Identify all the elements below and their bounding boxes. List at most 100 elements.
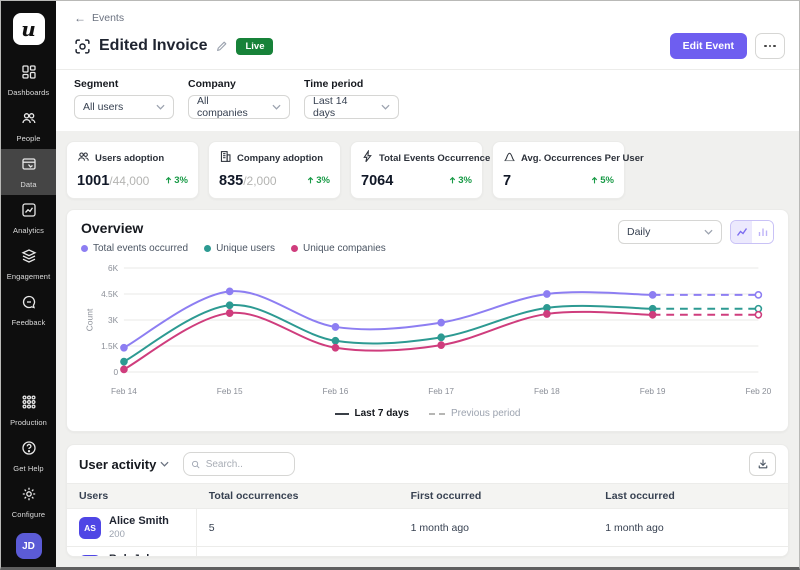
more-options-button[interactable] — [755, 33, 785, 59]
stat-change-badge: 5% — [590, 175, 614, 186]
overview-title: Overview — [81, 220, 386, 236]
bar-chart-toggle-button[interactable] — [752, 221, 773, 243]
live-status-badge: Live — [236, 38, 273, 55]
svg-text:Feb 15: Feb 15 — [217, 386, 243, 396]
sidebar-item-label: Analytics — [13, 226, 44, 235]
app-logo[interactable]: u — [13, 13, 45, 45]
column-header-total-occurrences[interactable]: Total occurrences — [197, 484, 399, 508]
search-box — [183, 452, 295, 476]
edit-title-pencil-icon[interactable] — [215, 40, 228, 53]
main-area: ← Events Edited Invoice Live Edit Event … — [56, 1, 799, 567]
company-select[interactable]: All companies — [188, 95, 290, 119]
feedback-icon — [21, 294, 37, 315]
chevron-down-icon — [704, 229, 713, 235]
stat-total: /2,000 — [243, 174, 276, 188]
legend-total-events[interactable]: Total events occurred — [81, 243, 188, 254]
time-period-filter: Time period Last 14 days — [304, 78, 399, 119]
solid-line-sample — [335, 413, 349, 415]
chevron-down-icon — [156, 104, 165, 110]
breadcrumb[interactable]: ← Events — [56, 1, 799, 25]
sidebar-item-label: Production — [10, 418, 47, 427]
user-name[interactable]: Alice Smith — [109, 515, 169, 529]
segment-filter: Segment All users — [74, 78, 174, 119]
chart-type-toggle — [730, 220, 774, 244]
granularity-select[interactable]: Daily — [618, 220, 722, 244]
building-icon — [219, 150, 232, 166]
production-grid-icon — [21, 394, 37, 415]
line-chart-toggle-button[interactable] — [731, 221, 752, 243]
page-title: Edited Invoice — [99, 37, 207, 55]
column-header-last-occurred[interactable]: Last occurred — [593, 484, 788, 508]
sidebar-item-get-help[interactable]: Get Help — [1, 433, 56, 479]
sidebar-item-feedback[interactable]: Feedback — [1, 287, 56, 333]
segment-select[interactable]: All users — [74, 95, 174, 119]
event-target-icon — [74, 38, 91, 55]
sidebar-footer: Production Get Help Configure JD — [1, 387, 56, 567]
arrow-up-icon — [164, 176, 173, 185]
table-row[interactable]: BJ Bob Johnson201 5 1 month ago 1 month … — [67, 547, 788, 557]
granularity-value: Daily — [627, 226, 650, 238]
download-button[interactable] — [749, 452, 776, 476]
sidebar-item-label: Engagement — [7, 272, 51, 281]
legend-unique-users[interactable]: Unique users — [204, 243, 275, 254]
sidebar-item-people[interactable]: People — [1, 103, 56, 149]
back-label[interactable]: Events — [92, 12, 124, 24]
user-name[interactable]: Bob Johnson — [109, 553, 179, 557]
user-activity-card: User activity Users Total occurrences Fi… — [66, 444, 789, 557]
legend-unique-companies[interactable]: Unique companies — [291, 243, 386, 254]
svg-text:Count: Count — [85, 308, 95, 331]
sidebar-item-configure[interactable]: Configure — [1, 479, 56, 525]
sidebar-item-data[interactable]: Data — [1, 149, 56, 195]
svg-text:4.5K: 4.5K — [101, 289, 118, 299]
bell-curve-icon — [503, 150, 516, 166]
edit-event-button[interactable]: Edit Event — [670, 33, 747, 59]
time-period-filter-label: Time period — [304, 78, 399, 90]
stat-card-users-adoption: Users adoption 1001/44,000 3% — [66, 141, 199, 199]
chevron-down-icon — [160, 461, 169, 467]
occurrences-value: 5 — [197, 517, 399, 539]
stat-total: /44,000 — [109, 174, 149, 188]
first-occurred-value: 1 month ago — [399, 517, 594, 539]
people-icon — [21, 110, 37, 131]
sidebar-item-dashboards[interactable]: Dashboards — [1, 57, 56, 103]
company-filter-label: Company — [188, 78, 290, 90]
time-period-select[interactable]: Last 14 days — [304, 95, 399, 119]
svg-text:Feb 16: Feb 16 — [323, 386, 349, 396]
search-input[interactable] — [206, 459, 288, 470]
sidebar-item-label: Dashboards — [8, 88, 49, 97]
sidebar-item-analytics[interactable]: Analytics — [1, 195, 56, 241]
last-occurred-value: 1 month ago — [593, 555, 788, 557]
sidebar-item-engagement[interactable]: Engagement — [1, 241, 56, 287]
legend-previous-period: Previous period — [429, 408, 520, 419]
chart-canvas: 01.5K3K4.5K6KFeb 14Feb 15Feb 16Feb 17Feb… — [81, 256, 774, 404]
sidebar-item-production[interactable]: Production — [1, 387, 56, 433]
line-chart[interactable]: 01.5K3K4.5K6KFeb 14Feb 15Feb 16Feb 17Feb… — [81, 256, 774, 404]
user-activity-table: Users Total occurrences First occurred L… — [67, 483, 788, 557]
back-arrow-icon[interactable]: ← — [74, 11, 86, 25]
user-activity-title[interactable]: User activity — [79, 457, 169, 472]
svg-text:Feb 20: Feb 20 — [746, 386, 772, 396]
stat-label: Company adoption — [237, 153, 323, 164]
svg-text:1.5K: 1.5K — [101, 341, 118, 351]
column-header-first-occurred[interactable]: First occurred — [399, 484, 594, 508]
avatar: BJ — [79, 555, 101, 557]
user-id: 200 — [109, 529, 169, 540]
time-period-select-value: Last 14 days — [313, 95, 371, 119]
stat-label: Total Events Occurrence — [379, 153, 490, 164]
line-chart-icon — [736, 226, 748, 238]
svg-text:Feb 14: Feb 14 — [111, 386, 137, 396]
stat-label: Users adoption — [95, 153, 164, 164]
stat-value: 7 — [503, 173, 511, 189]
app-window: u Dashboards People Data Analytics Engag… — [0, 0, 800, 570]
user-avatar[interactable]: JD — [16, 533, 42, 559]
column-header-users[interactable]: Users — [67, 484, 197, 508]
users-icon — [77, 150, 90, 166]
table-row[interactable]: AS Alice Smith200 5 1 month ago 1 month … — [67, 509, 788, 547]
chart-legend: Total events occurred Unique users Uniqu… — [81, 243, 386, 254]
data-icon — [21, 156, 37, 177]
svg-text:Feb 18: Feb 18 — [534, 386, 560, 396]
stat-value: 1001 — [77, 173, 109, 189]
sidebar-item-label: Feedback — [12, 318, 46, 327]
svg-text:6K: 6K — [108, 263, 119, 273]
segment-select-value: All users — [83, 101, 123, 113]
